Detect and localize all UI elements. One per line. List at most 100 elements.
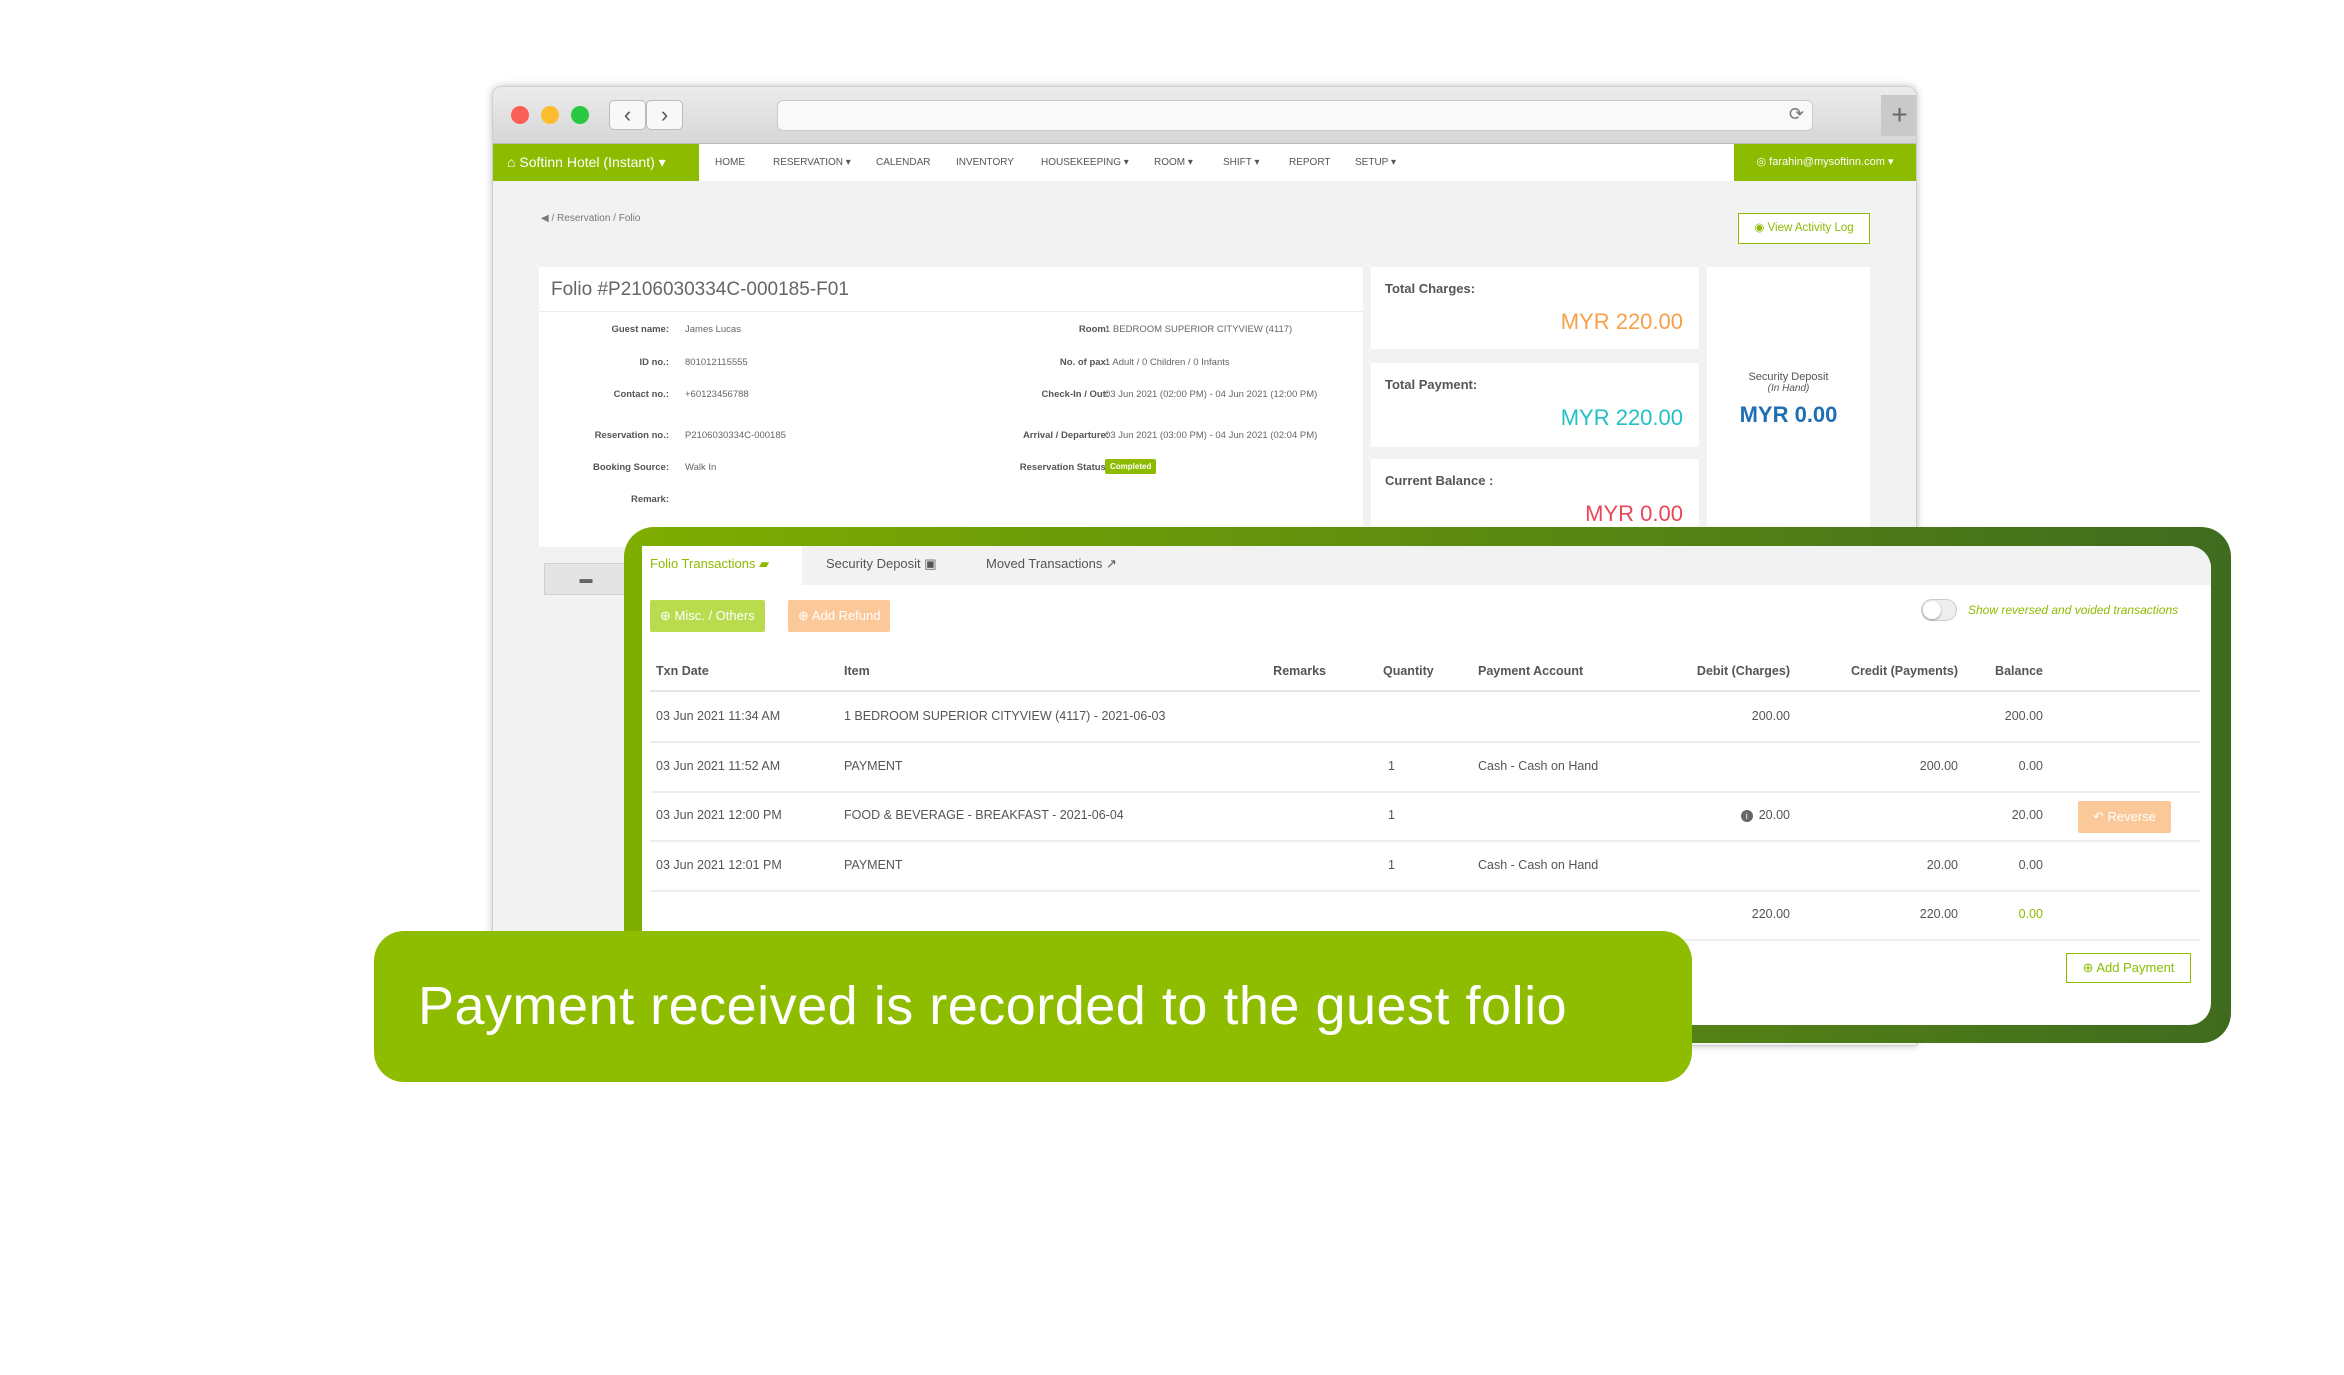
nav-housekeeping[interactable]: HOUSEKEEPING ▾ — [1041, 144, 1129, 181]
header-payment-account: Payment Account — [1478, 664, 1584, 678]
arrival-label: Arrival / Departure: — [1022, 430, 1109, 441]
back-icon[interactable]: ‹ — [609, 100, 646, 130]
header-debit: Debit (Charges) — [1696, 664, 1790, 678]
table-row: 03 Jun 2021 12:01 PM PAYMENT 1 Cash - Ca… — [650, 842, 2200, 892]
quantity: 1 — [1388, 808, 1395, 822]
reservation-no-value: P2106030334C-000185 — [685, 430, 786, 441]
eye-icon: ◉ — [1754, 222, 1768, 234]
nav-inventory[interactable]: INVENTORY — [956, 144, 1014, 181]
reverse-button[interactable]: ↶ Reverse — [2078, 801, 2171, 833]
remark-label: Remark: — [630, 494, 669, 505]
debit: 200.00 — [1642, 709, 1790, 723]
id-label: ID no.: — [639, 357, 669, 368]
balance: 0.00 — [2018, 857, 2043, 872]
folder-open-icon: ▰ — [759, 556, 770, 571]
plus-circle-icon: ⊕ — [798, 608, 812, 623]
header-txn-date: Txn Date — [656, 664, 709, 678]
show-reversed-label: Show reversed and voided transactions — [1968, 603, 2179, 617]
booking-source-label: Booking Source: — [592, 462, 669, 473]
add-refund-button[interactable]: ⊕ Add Refund — [788, 600, 891, 632]
total-debit: 220.00 — [1751, 907, 1790, 921]
user-email: farahin@mysoftinn.com — [1769, 156, 1885, 168]
nav-setup[interactable]: SETUP ▾ — [1355, 144, 1396, 181]
add-payment-label: Add Payment — [2096, 960, 2175, 975]
caption-banner: Payment received is recorded to the gues… — [374, 931, 1692, 1082]
tab-label: Moved Transactions — [986, 556, 1103, 571]
booking-source-value: Walk In — [685, 462, 717, 473]
contact-label: Contact no.: — [613, 389, 669, 400]
forward-icon[interactable]: › — [646, 100, 683, 130]
header-remarks: Remarks — [1273, 664, 1326, 678]
breadcrumb: ◀ / Reservation / Folio — [541, 213, 641, 224]
deposit-sub: (In Hand) — [1767, 383, 1810, 394]
balance-value: MYR 0.00 — [1585, 501, 1683, 526]
header-quantity: Quantity — [1383, 664, 1434, 678]
external-link-icon: ↗ — [1105, 556, 1117, 571]
total-payment-label: Total Payment: — [1385, 377, 1478, 392]
room-value: 1 BEDROOM SUPERIOR CITYVIEW (4117) — [1105, 324, 1293, 335]
minimize-window-icon[interactable] — [541, 106, 559, 124]
total-balance: 0.00 — [2018, 907, 2043, 921]
breadcrumb-reservation[interactable]: Reservation — [557, 213, 610, 224]
nav-reservation[interactable]: RESERVATION ▾ — [773, 144, 851, 181]
table-row: 03 Jun 2021 12:00 PM FOOD & BEVERAGE - B… — [650, 792, 2200, 842]
tab-folio-transactions[interactable]: Folio Transactions ▰ — [642, 546, 802, 585]
top-navbar: ⌂ Softinn Hotel (Instant) ▾ HOME RESERVA… — [493, 144, 1916, 181]
tab-security-deposit[interactable]: Security Deposit ▣ — [818, 546, 945, 585]
total-payment-card: Total Payment: MYR 220.00 — [1371, 363, 1699, 447]
header-balance: Balance — [1995, 664, 2043, 678]
status-label: Reservation Status: — [1019, 462, 1109, 473]
nav-calendar[interactable]: CALENDAR — [876, 144, 930, 181]
hotel-selector[interactable]: ⌂ Softinn Hotel (Instant) ▾ — [493, 144, 699, 181]
room-label: Room: — [1078, 324, 1109, 335]
table-row: 03 Jun 2021 11:34 AM 1 BEDROOM SUPERIOR … — [650, 693, 2200, 743]
payment-account: Cash - Cash on Hand — [1478, 758, 1599, 773]
item: PAYMENT — [844, 758, 903, 773]
nav-shift[interactable]: SHIFT ▾ — [1223, 144, 1260, 181]
hotel-name: Softinn Hotel (Instant) — [519, 154, 655, 170]
reload-icon[interactable]: ⟳ — [1789, 104, 1804, 125]
quantity: 1 — [1388, 758, 1395, 773]
undo-icon: ↶ — [2093, 809, 2108, 824]
pax-value: 1 Adult / 0 Children / 0 Infants — [1105, 357, 1230, 368]
add-payment-button[interactable]: ⊕ Add Payment — [2066, 953, 2191, 983]
checkin-value: 03 Jun 2021 (02:00 PM) - 04 Jun 2021 (12… — [1105, 389, 1318, 400]
deposit-value: MYR 0.00 — [1739, 402, 1838, 427]
back-circle-icon[interactable]: ◀ — [541, 213, 549, 224]
nav-room[interactable]: ROOM ▾ — [1154, 144, 1193, 181]
guest-name-label: Guest name: — [611, 324, 669, 335]
address-bar[interactable]: ⟳ — [777, 100, 1813, 131]
show-reversed-toggle[interactable] — [1921, 599, 1957, 621]
debit-value: 20.00 — [1758, 808, 1790, 822]
close-window-icon[interactable] — [511, 106, 529, 124]
nav-home[interactable]: HOME — [715, 144, 745, 181]
maximize-window-icon[interactable] — [571, 106, 589, 124]
info-icon[interactable]: i — [1740, 810, 1753, 822]
misc-label: Misc. / Others — [674, 608, 755, 623]
header-credit: Credit (Payments) — [1851, 664, 1958, 678]
total-charges-label: Total Charges: — [1385, 281, 1476, 296]
debit-value: 200.00 — [1751, 709, 1790, 723]
view-activity-log-button[interactable]: ◉ View Activity Log — [1738, 213, 1870, 244]
balance: 200.00 — [2004, 709, 2043, 723]
pax-label: No. of pax: — [1059, 357, 1109, 368]
txn-date: 03 Jun 2021 12:01 PM — [656, 857, 782, 872]
txn-date: 03 Jun 2021 11:52 AM — [656, 758, 781, 773]
misc-others-button[interactable]: ⊕ Misc. / Others — [650, 600, 765, 632]
breadcrumb-folio: Folio — [618, 213, 641, 224]
money-icon: ▣ — [924, 556, 937, 571]
folder-tab-icon[interactable]: ▬ — [544, 563, 628, 595]
credit: 20.00 — [1926, 857, 1958, 872]
guest-name-value: James Lucas — [685, 324, 741, 335]
item: 1 BEDROOM SUPERIOR CITYVIEW (4117) - 202… — [844, 709, 1166, 723]
checkin-label: Check-In / Out: — [1041, 389, 1109, 400]
user-menu[interactable]: ◎ farahin@mysoftinn.com ▾ — [1734, 144, 1916, 181]
txn-date: 03 Jun 2021 12:00 PM — [656, 808, 782, 822]
status-badge: Completed — [1105, 459, 1157, 474]
arrival-value: 03 Jun 2021 (03:00 PM) - 04 Jun 2021 (02… — [1105, 430, 1318, 441]
new-tab-icon[interactable]: + — [1881, 95, 1916, 136]
tab-moved-transactions[interactable]: Moved Transactions ↗ — [978, 546, 1125, 585]
total-credit: 220.00 — [1919, 907, 1958, 921]
nav-report[interactable]: REPORT — [1289, 144, 1331, 181]
payment-account: Cash - Cash on Hand — [1478, 857, 1599, 872]
